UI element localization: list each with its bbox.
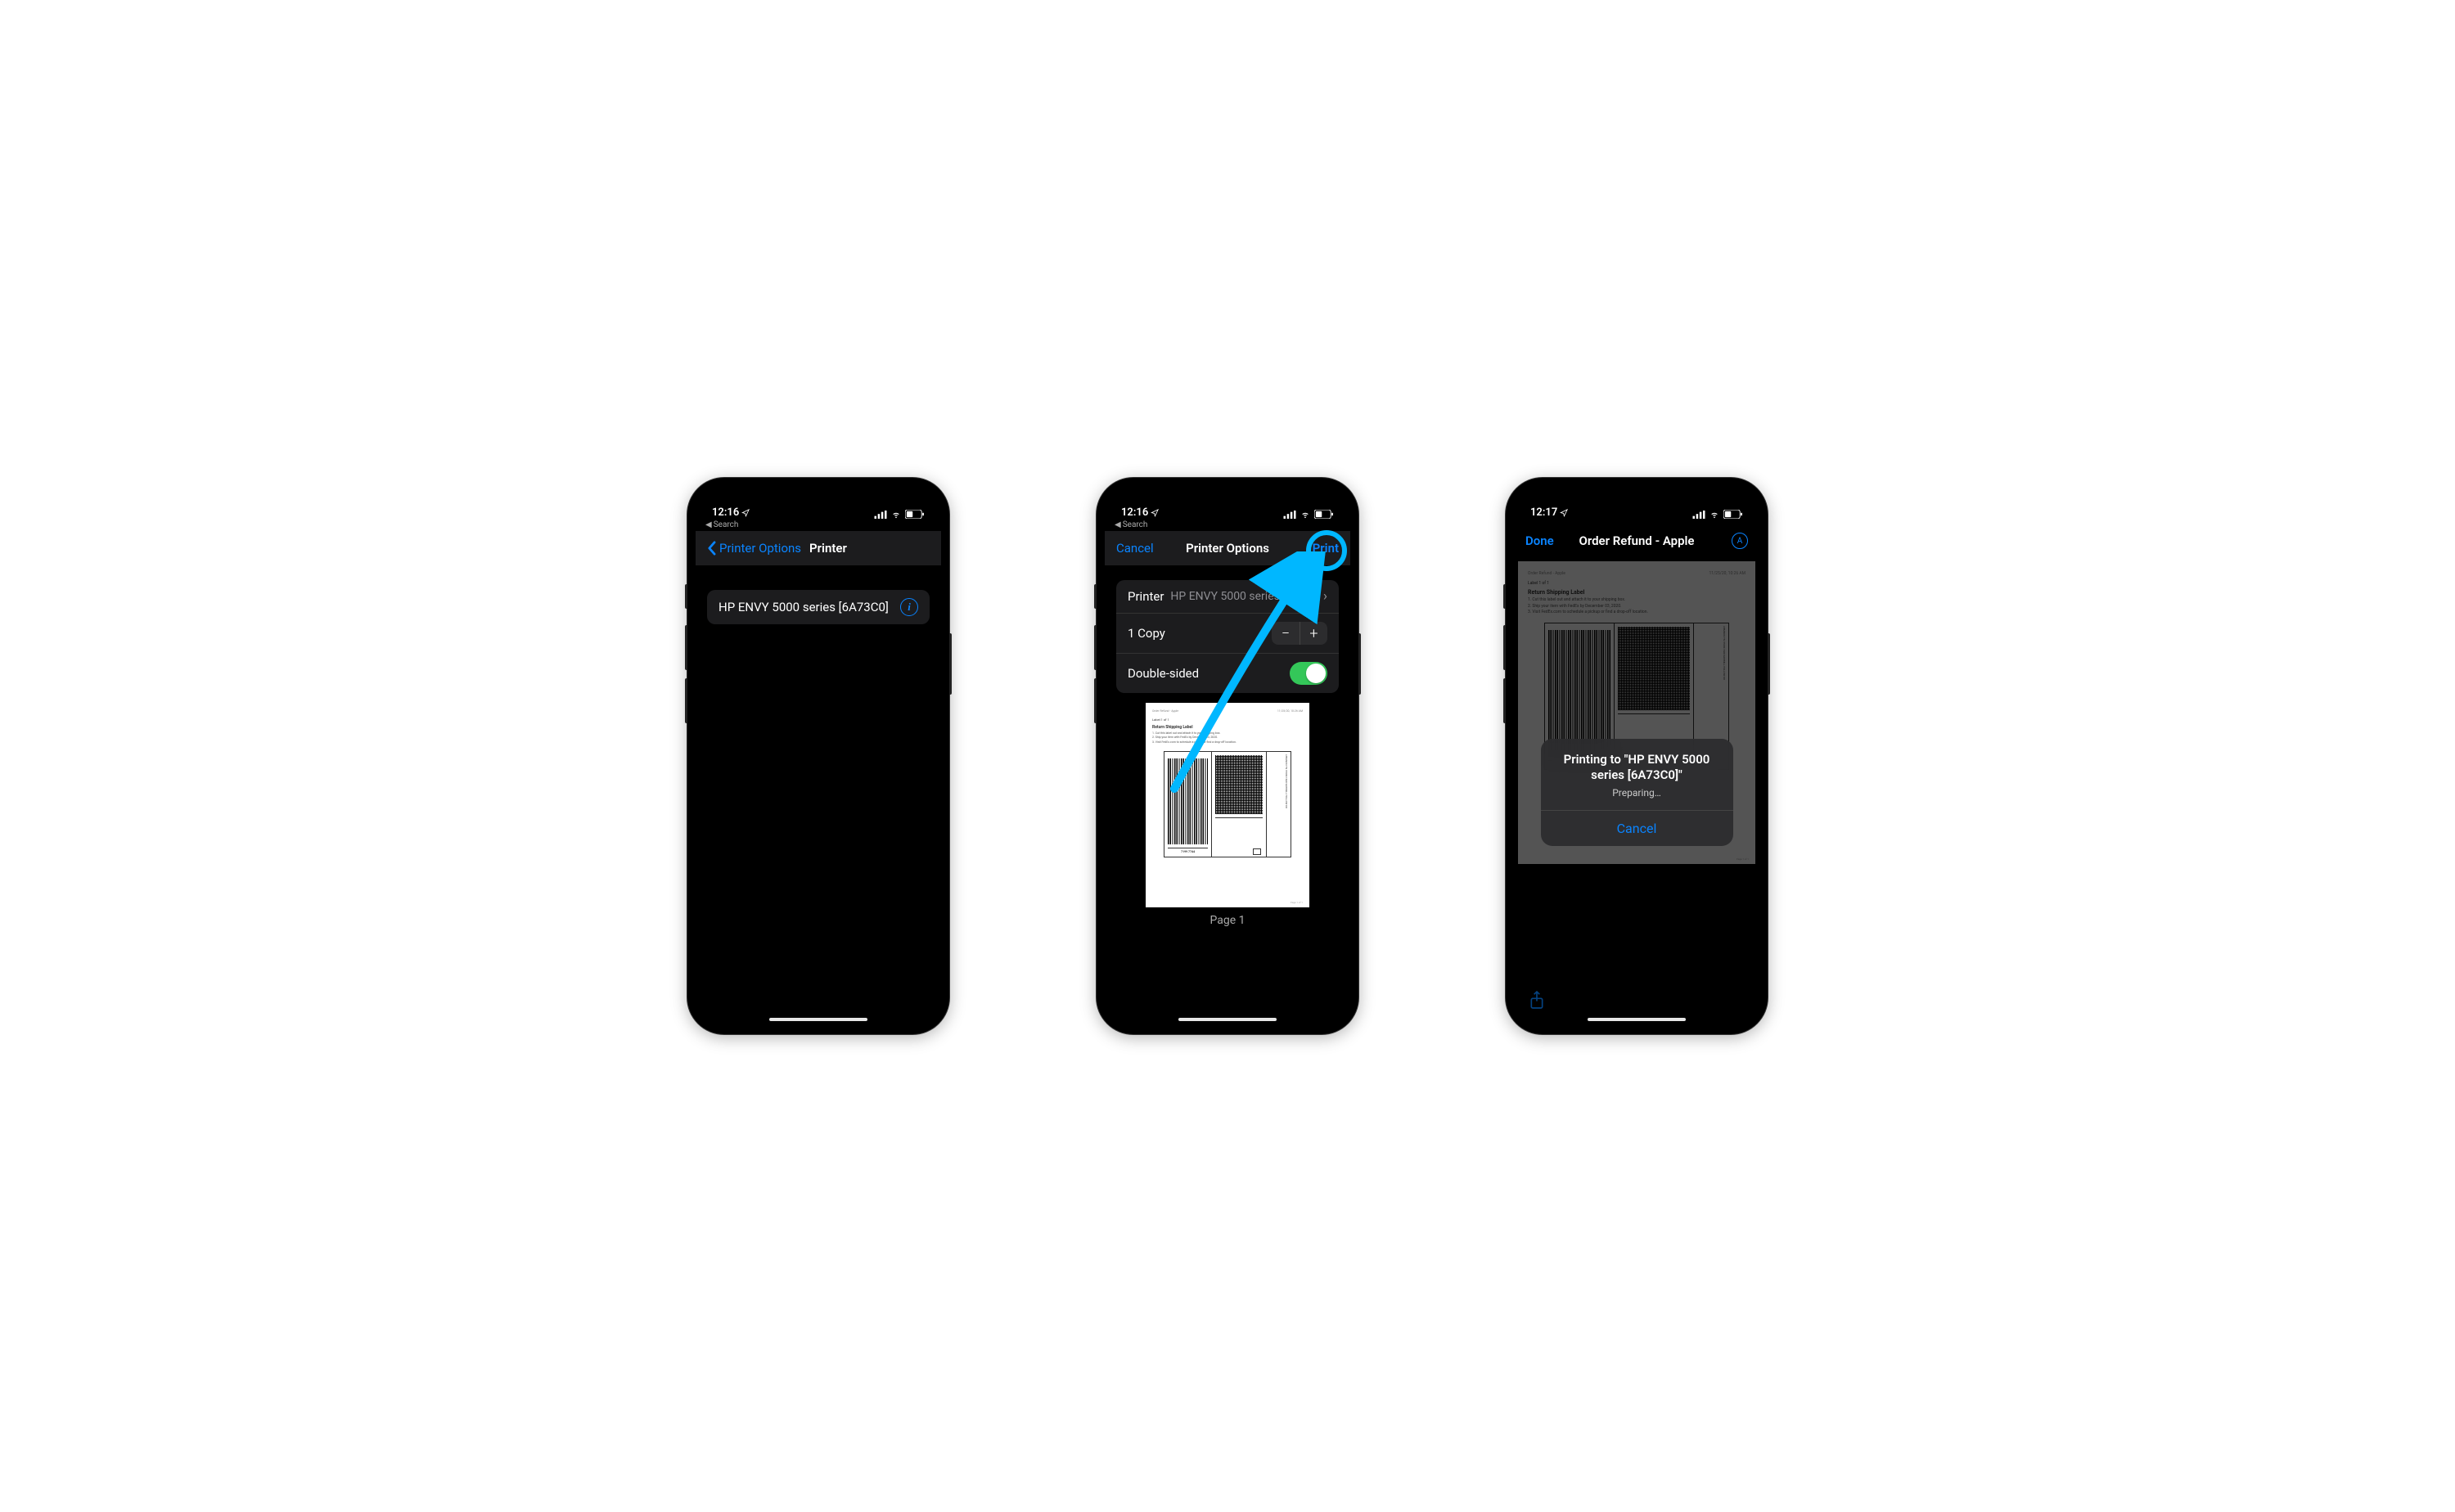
doc-label-count: Label 1 of 1: [1152, 718, 1303, 722]
alert-cancel-label: Cancel: [1617, 821, 1657, 836]
phone-frame-1: 12:16 ◀ Search Printer Options Printer: [687, 478, 949, 1034]
printer-value: HP ENVY 5000 series [6A73C0]: [1170, 590, 1318, 603]
wifi-icon: [1300, 511, 1311, 519]
status-time: 12:16: [712, 506, 739, 519]
copies-row: 1 Copy − +: [1116, 613, 1339, 653]
doc-footer-page: Page 1 of 1: [1291, 901, 1303, 904]
nav-back-label: Printer Options: [719, 541, 801, 556]
text-format-icon: A: [1732, 533, 1748, 549]
doc-header-left: Order Refund - Apple: [1152, 709, 1178, 713]
alert-cancel-button[interactable]: Cancel: [1541, 810, 1733, 846]
shipping-label: 7199 7744 LEBANON TN: [1164, 751, 1291, 857]
phone-frame-3: 12:17 Done Order Refund - Apple A: [1506, 478, 1768, 1034]
battery-icon: [1723, 510, 1743, 519]
alert-subtitle: Preparing…: [1552, 787, 1722, 799]
wifi-icon: [1709, 511, 1720, 519]
signal-icon: [874, 511, 887, 519]
nav-title: Printer: [809, 541, 847, 556]
phones-row: 12:16 ◀ Search Printer Options Printer: [687, 478, 1768, 1034]
status-time: 12:16: [1121, 506, 1148, 519]
battery-icon: [1314, 510, 1334, 519]
done-button[interactable]: Done: [1525, 533, 1554, 548]
doc-header-right: 11/25/20, 10:26 AM: [1277, 709, 1303, 713]
nav-title: Order Refund - Apple: [1579, 533, 1695, 548]
fedex-logo-icon: [1253, 848, 1261, 855]
page-number-label: Page 1: [1210, 914, 1246, 927]
cancel-button[interactable]: Cancel: [1116, 541, 1154, 556]
doc-title: Return Shipping Label: [1152, 725, 1303, 730]
nav-back-button[interactable]: Printer Options: [707, 541, 801, 556]
phone-frame-2: 12:16 ◀ Search Cancel Printer Options: [1097, 478, 1358, 1034]
chevron-right-icon: ›: [1323, 588, 1327, 605]
printer-select-row[interactable]: Printer HP ENVY 5000 series [6A73C0] ›: [1116, 580, 1339, 613]
barcode-icon: [1168, 758, 1209, 844]
printing-alert: Printing to "HP ENVY 5000 series [6A73C0…: [1541, 739, 1733, 846]
battery-icon: [905, 510, 925, 519]
breadcrumb-caret: ◀: [1115, 520, 1121, 529]
print-button[interactable]: Print: [1313, 541, 1339, 556]
info-icon[interactable]: i: [900, 598, 918, 616]
breadcrumb[interactable]: ◀ Search: [696, 520, 941, 531]
tracking-number: 7199 7744: [1168, 848, 1209, 853]
wifi-icon: [890, 511, 902, 519]
signal-icon: [1692, 511, 1705, 519]
increment-button[interactable]: +: [1300, 622, 1327, 645]
status-time: 12:17: [1530, 506, 1557, 519]
page-thumbnail[interactable]: Order Refund - Apple 11/25/20, 10:26 AM …: [1146, 703, 1309, 907]
preview-area: Order Refund - Apple 11/25/20, 10:26 AM …: [1105, 703, 1350, 1026]
printer-list-section: HP ENVY 5000 series [6A73C0] i: [707, 590, 930, 624]
double-sided-toggle[interactable]: [1290, 662, 1327, 685]
home-indicator[interactable]: [1178, 1018, 1277, 1021]
decrement-button[interactable]: −: [1272, 622, 1300, 645]
addr-line-2: 1620 SAWMILL HOLLOW DR: [1285, 777, 1288, 808]
nav-title: Printer Options: [1186, 541, 1269, 556]
modal-backdrop: Printing to "HP ENVY 5000 series [6A73C0…: [1514, 558, 1759, 1026]
printer-name: HP ENVY 5000 series [6A73C0]: [718, 600, 889, 614]
breadcrumb[interactable]: ◀ Search: [1105, 520, 1350, 531]
double-sided-label: Double-sided: [1128, 666, 1199, 681]
home-indicator[interactable]: [769, 1018, 867, 1021]
qr-code-icon: [1215, 755, 1263, 814]
breadcrumb-label: Search: [1123, 520, 1148, 529]
home-indicator[interactable]: [1588, 1018, 1686, 1021]
signal-icon: [1283, 511, 1296, 519]
location-icon: [741, 509, 750, 517]
copies-label: 1 Copy: [1128, 626, 1165, 641]
share-icon[interactable]: [1529, 990, 1545, 1010]
copies-stepper: − +: [1272, 622, 1327, 645]
double-sided-row: Double-sided: [1116, 653, 1339, 693]
print-settings-section: Printer HP ENVY 5000 series [6A73C0] › 1…: [1116, 580, 1339, 693]
printer-label: Printer: [1128, 589, 1164, 604]
done-label: Done: [1525, 533, 1554, 548]
location-icon: [1560, 509, 1568, 517]
doc-step3: 3. Visit FedEx.com to schedule a pickup …: [1152, 740, 1303, 745]
alert-title: Printing to "HP ENVY 5000 series [6A73C0…: [1552, 752, 1722, 784]
chevron-left-icon: [707, 541, 716, 556]
nav-bar: Done Order Refund - Apple A: [1514, 524, 1759, 558]
printer-row[interactable]: HP ENVY 5000 series [6A73C0] i: [707, 590, 930, 624]
print-label: Print: [1313, 541, 1339, 556]
nav-bar: Printer Options Printer: [696, 531, 941, 565]
text-format-button[interactable]: A: [1732, 533, 1748, 549]
cancel-label: Cancel: [1116, 541, 1154, 556]
location-icon: [1151, 509, 1159, 517]
addr-line-1: LEBANON TN 37090: [1285, 754, 1288, 776]
breadcrumb-caret: ◀: [705, 520, 712, 529]
nav-bar: Cancel Printer Options Print: [1105, 531, 1350, 565]
breadcrumb-label: Search: [714, 520, 739, 529]
